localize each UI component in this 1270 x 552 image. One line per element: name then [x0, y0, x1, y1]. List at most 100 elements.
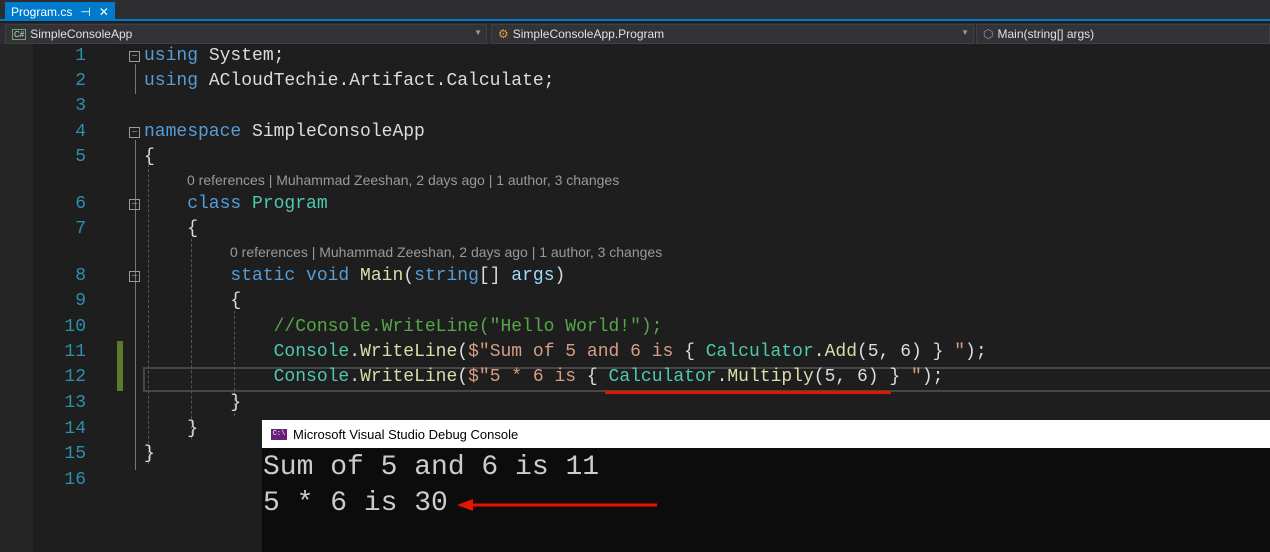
- code-token: );: [965, 342, 987, 362]
- red-arrow-annotation: [457, 499, 657, 511]
- codelens-info[interactable]: 0 references | Muhammad Zeeshan, 2 days …: [230, 244, 662, 260]
- close-icon[interactable]: ✕: [99, 5, 109, 19]
- editor-margin: [0, 44, 33, 552]
- code-token: {: [144, 219, 199, 239]
- code-text: //Console.WriteLine("Hello World!");: [144, 315, 663, 340]
- code-token: Main: [360, 266, 404, 286]
- collapse-icon[interactable]: −: [129, 199, 140, 210]
- line-number: 5: [75, 147, 86, 167]
- code-text: class Program: [144, 192, 328, 217]
- project-dropdown[interactable]: C# SimpleConsoleApp ▼: [5, 24, 487, 44]
- code-token: (5, 6) }: [857, 342, 944, 362]
- code-text: using System;: [144, 44, 284, 69]
- code-token: WriteLine: [360, 342, 458, 362]
- line-number: 9: [75, 291, 86, 311]
- navigation-bar: C# SimpleConsoleApp ▼ ⚙ SimpleConsoleApp.…: [0, 23, 1270, 44]
- console-title: Microsoft Visual Studio Debug Console: [293, 426, 519, 442]
- code-token: Multiply: [727, 367, 814, 387]
- code-text: {: [144, 145, 155, 170]
- code-text: {: [144, 289, 241, 314]
- code-token: (: [403, 266, 415, 286]
- code-token: using: [144, 71, 199, 91]
- code-token: Calculator: [608, 367, 717, 387]
- change-indicator: [117, 341, 123, 391]
- chevron-down-icon: ▼: [474, 28, 482, 37]
- code-token: args: [511, 266, 555, 286]
- pin-icon[interactable]: ⊣: [80, 5, 90, 19]
- console-title-bar: C:\ Microsoft Visual Studio Debug Consol…: [262, 420, 1270, 448]
- method-icon: ⬡: [983, 27, 994, 41]
- collapse-icon[interactable]: −: [129, 51, 140, 62]
- code-token: }: [144, 393, 242, 413]
- code-token: //Console.WriteLine("Hello World!");: [144, 317, 663, 337]
- line-number: 1: [75, 46, 86, 66]
- collapse-icon[interactable]: −: [129, 271, 140, 282]
- line-number: 12: [64, 367, 86, 387]
- code-token: .: [349, 342, 361, 362]
- line-number: 2: [75, 71, 86, 91]
- code-token: static void: [144, 266, 350, 286]
- line-number: 16: [64, 470, 86, 490]
- code-token: {: [684, 342, 706, 362]
- project-label: SimpleConsoleApp: [30, 27, 133, 41]
- code-token: []: [478, 266, 512, 286]
- code-token: class: [144, 194, 242, 214]
- code-token: {: [144, 147, 155, 167]
- chevron-down-icon: ▼: [961, 28, 969, 37]
- console-output-line: 5 * 6 is 30: [263, 488, 448, 519]
- class-icon: ⚙: [498, 27, 509, 41]
- line-number: 15: [64, 444, 86, 464]
- code-token: ): [554, 266, 566, 286]
- code-token: SimpleConsoleApp: [241, 122, 425, 142]
- code-text: }: [144, 442, 155, 467]
- line-number: 11: [64, 342, 86, 362]
- code-text: }: [144, 391, 241, 416]
- class-dropdown[interactable]: ⚙ SimpleConsoleApp.Program ▼: [491, 24, 974, 44]
- tab-title: Program.cs: [11, 4, 73, 19]
- member-label: Main(string[] args): [997, 27, 1095, 41]
- code-token: (: [457, 367, 469, 387]
- code-token: $"5 * 6 is: [468, 367, 587, 387]
- code-token: Add: [824, 342, 857, 362]
- collapse-icon[interactable]: −: [129, 127, 140, 138]
- code-text: }: [144, 417, 198, 442]
- code-text: using ACloudTechie.Artifact.Calculate;: [144, 69, 554, 94]
- member-dropdown[interactable]: ⬡ Main(string[] args): [976, 24, 1270, 44]
- code-token: ": [943, 342, 966, 362]
- code-token: $"Sum of 5 and 6 is: [468, 342, 685, 362]
- code-token: ACloudTechie.Artifact.Calculate;: [198, 71, 555, 91]
- code-token: ": [900, 367, 922, 387]
- code-token: Console: [273, 367, 350, 387]
- line-number: 4: [75, 122, 86, 142]
- document-tab-bar: Program.cs ⊣ ✕: [0, 0, 1270, 21]
- line-number: 14: [64, 419, 86, 439]
- line-number: 6: [75, 194, 86, 214]
- code-token: }: [144, 419, 199, 439]
- code-token: (5, 6) }: [813, 367, 901, 387]
- debug-console-window[interactable]: C:\ Microsoft Visual Studio Debug Consol…: [262, 420, 1270, 552]
- code-token: }: [144, 444, 155, 464]
- fold-line: [135, 64, 136, 94]
- line-number: 7: [75, 219, 86, 239]
- console-output-line: Sum of 5 and 6 is 11: [263, 452, 600, 483]
- code-text: {: [144, 217, 198, 242]
- code-token: Program: [252, 194, 328, 214]
- code-token: WriteLine: [360, 367, 458, 387]
- code-text: Console.WriteLine($"Sum of 5 and 6 is { …: [144, 340, 987, 365]
- code-text: static void Main(string[] args): [144, 264, 565, 289]
- codelens-info[interactable]: 0 references | Muhammad Zeeshan, 2 days …: [187, 172, 619, 188]
- code-text: Console.WriteLine($"5 * 6 is { Calculato…: [144, 365, 944, 390]
- code-text: namespace SimpleConsoleApp: [144, 120, 425, 145]
- tab-program-cs[interactable]: Program.cs ⊣ ✕: [5, 2, 115, 21]
- console-icon: C:\: [271, 428, 287, 440]
- code-token: Console: [273, 342, 350, 362]
- code-token: Calculator: [705, 342, 814, 362]
- line-number: 8: [75, 266, 86, 286]
- code-token: {: [586, 367, 609, 387]
- fold-line: [135, 140, 136, 470]
- line-number: 3: [75, 96, 86, 116]
